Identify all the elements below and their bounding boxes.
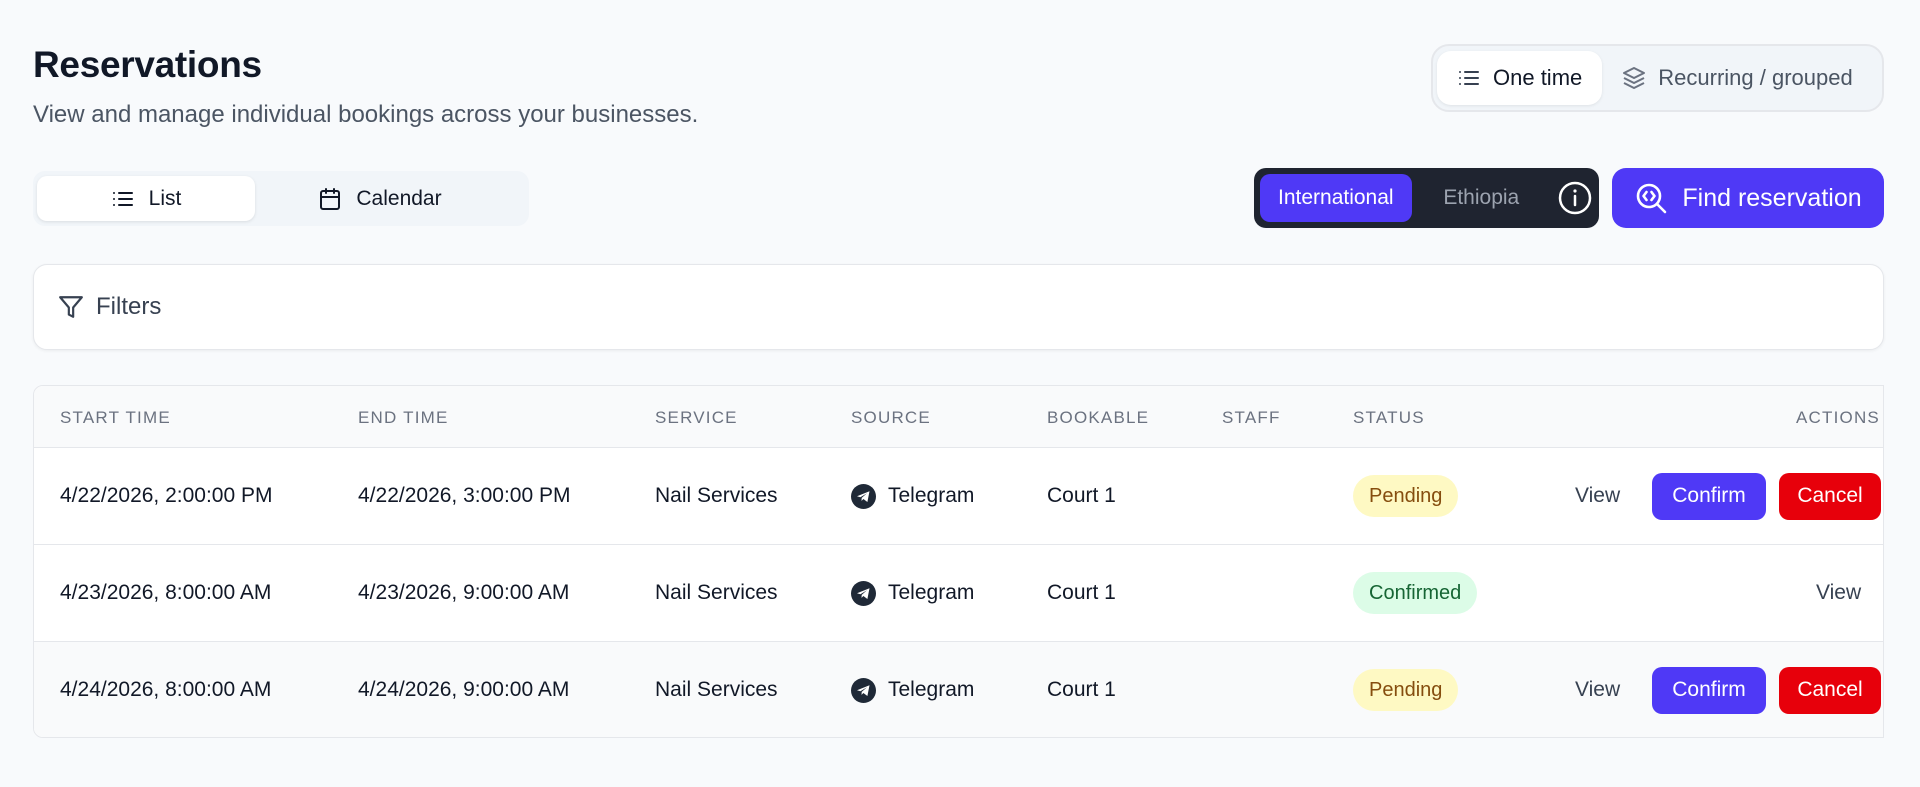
booking-mode-toggle: One time Recurring / grouped	[1431, 44, 1884, 112]
cell-bookable: Court 1	[1047, 581, 1116, 604]
telegram-icon	[851, 677, 876, 703]
cell-cancel: Cancel	[1779, 642, 1881, 737]
mode-recurring-button[interactable]: Recurring / grouped	[1602, 51, 1872, 105]
view-list-button[interactable]: List	[37, 176, 255, 221]
column-header-end-time: END TIME	[358, 408, 449, 427]
layers-icon	[1622, 66, 1646, 90]
cell-start-time: 4/23/2026, 8:00:00 AM	[60, 581, 272, 604]
column-header-status: STATUS	[1353, 408, 1425, 427]
cell-source: Telegram	[851, 642, 975, 737]
cell-status: Pending	[1353, 642, 1459, 737]
cell-bookable: Court 1	[1047, 484, 1116, 507]
column-header-actions: ACTIONS	[1796, 408, 1880, 427]
find-reservation-label: Find reservation	[1682, 183, 1862, 212]
status-badge: Confirmed	[1353, 572, 1478, 614]
cell-status: Pending	[1353, 448, 1459, 544]
column-header-service: SERVICE	[655, 408, 738, 427]
find-reservation-button[interactable]: Find reservation	[1612, 168, 1884, 228]
column-header-start-time: START TIME	[60, 408, 171, 427]
list-icon	[111, 187, 135, 211]
view-list-label: List	[148, 186, 182, 210]
mode-recurring-label: Recurring / grouped	[1658, 65, 1853, 90]
source-label: Telegram	[888, 678, 975, 701]
view-link[interactable]: View	[1575, 642, 1620, 737]
cell-start-time: 4/24/2026, 8:00:00 AM	[60, 678, 272, 701]
table-header: START TIME END TIME SERVICE SOURCE BOOKA…	[34, 386, 1883, 448]
view-link[interactable]: View	[1816, 545, 1861, 641]
cell-bookable: Court 1	[1047, 678, 1116, 701]
calendar-icon	[318, 187, 342, 211]
confirm-button[interactable]: Confirm	[1652, 472, 1766, 520]
mode-one-time-label: One time	[1493, 65, 1583, 90]
list-icon	[1457, 66, 1481, 90]
reservations-table: START TIME END TIME SERVICE SOURCE BOOKA…	[33, 385, 1884, 738]
cell-end-time: 4/24/2026, 9:00:00 AM	[358, 678, 570, 701]
cancel-button[interactable]: Cancel	[1779, 666, 1881, 714]
search-icon	[1634, 181, 1668, 215]
cell-cancel: Cancel	[1779, 448, 1881, 544]
region-toggle: International Ethiopia	[1254, 168, 1599, 228]
source-label: Telegram	[888, 581, 975, 604]
filters-toggle[interactable]: Filters	[33, 264, 1884, 350]
cell-status: Confirmed	[1353, 545, 1478, 641]
info-icon[interactable]	[1557, 180, 1593, 216]
view-toggle: List Calendar	[33, 171, 529, 226]
cell-confirm: Confirm	[1652, 448, 1766, 544]
cell-start-time: 4/22/2026, 2:00:00 PM	[60, 484, 273, 507]
filters-label: Filters	[96, 293, 162, 320]
status-badge: Pending	[1353, 475, 1459, 517]
telegram-icon	[851, 580, 876, 606]
cell-service: Nail Services	[655, 678, 778, 701]
filter-icon	[58, 294, 84, 320]
page-title: Reservations	[33, 44, 262, 85]
region-ethiopia-button[interactable]: Ethiopia	[1418, 174, 1545, 222]
status-badge: Pending	[1353, 669, 1459, 711]
view-calendar-button[interactable]: Calendar	[255, 176, 505, 221]
page-subtitle: View and manage individual bookings acro…	[33, 101, 699, 128]
cell-source: Telegram	[851, 448, 974, 544]
column-header-source: SOURCE	[851, 408, 931, 427]
column-header-bookable: BOOKABLE	[1047, 408, 1150, 427]
confirm-button[interactable]: Confirm	[1652, 666, 1766, 714]
telegram-icon	[851, 483, 876, 509]
column-header-staff: STAFF	[1222, 408, 1281, 427]
table-row: 4/23/2026, 8:00:00 AM 4/23/2026, 9:00:00…	[34, 545, 1883, 642]
cell-end-time: 4/22/2026, 3:00:00 PM	[358, 484, 571, 507]
cell-service: Nail Services	[655, 484, 778, 507]
cell-service: Nail Services	[655, 581, 778, 604]
region-international-button[interactable]: International	[1260, 174, 1412, 222]
view-calendar-label: Calendar	[356, 186, 442, 210]
mode-one-time-button[interactable]: One time	[1437, 51, 1603, 105]
table-row: 4/24/2026, 8:00:00 AM 4/24/2026, 9:00:00…	[34, 642, 1883, 737]
source-label: Telegram	[888, 484, 975, 507]
cell-end-time: 4/23/2026, 9:00:00 AM	[358, 581, 570, 604]
cell-source: Telegram	[851, 545, 974, 641]
cell-confirm: Confirm	[1652, 642, 1766, 737]
table-row: 4/22/2026, 2:00:00 PM 4/22/2026, 3:00:00…	[34, 448, 1883, 545]
cancel-button[interactable]: Cancel	[1779, 472, 1881, 520]
view-link[interactable]: View	[1575, 448, 1620, 544]
